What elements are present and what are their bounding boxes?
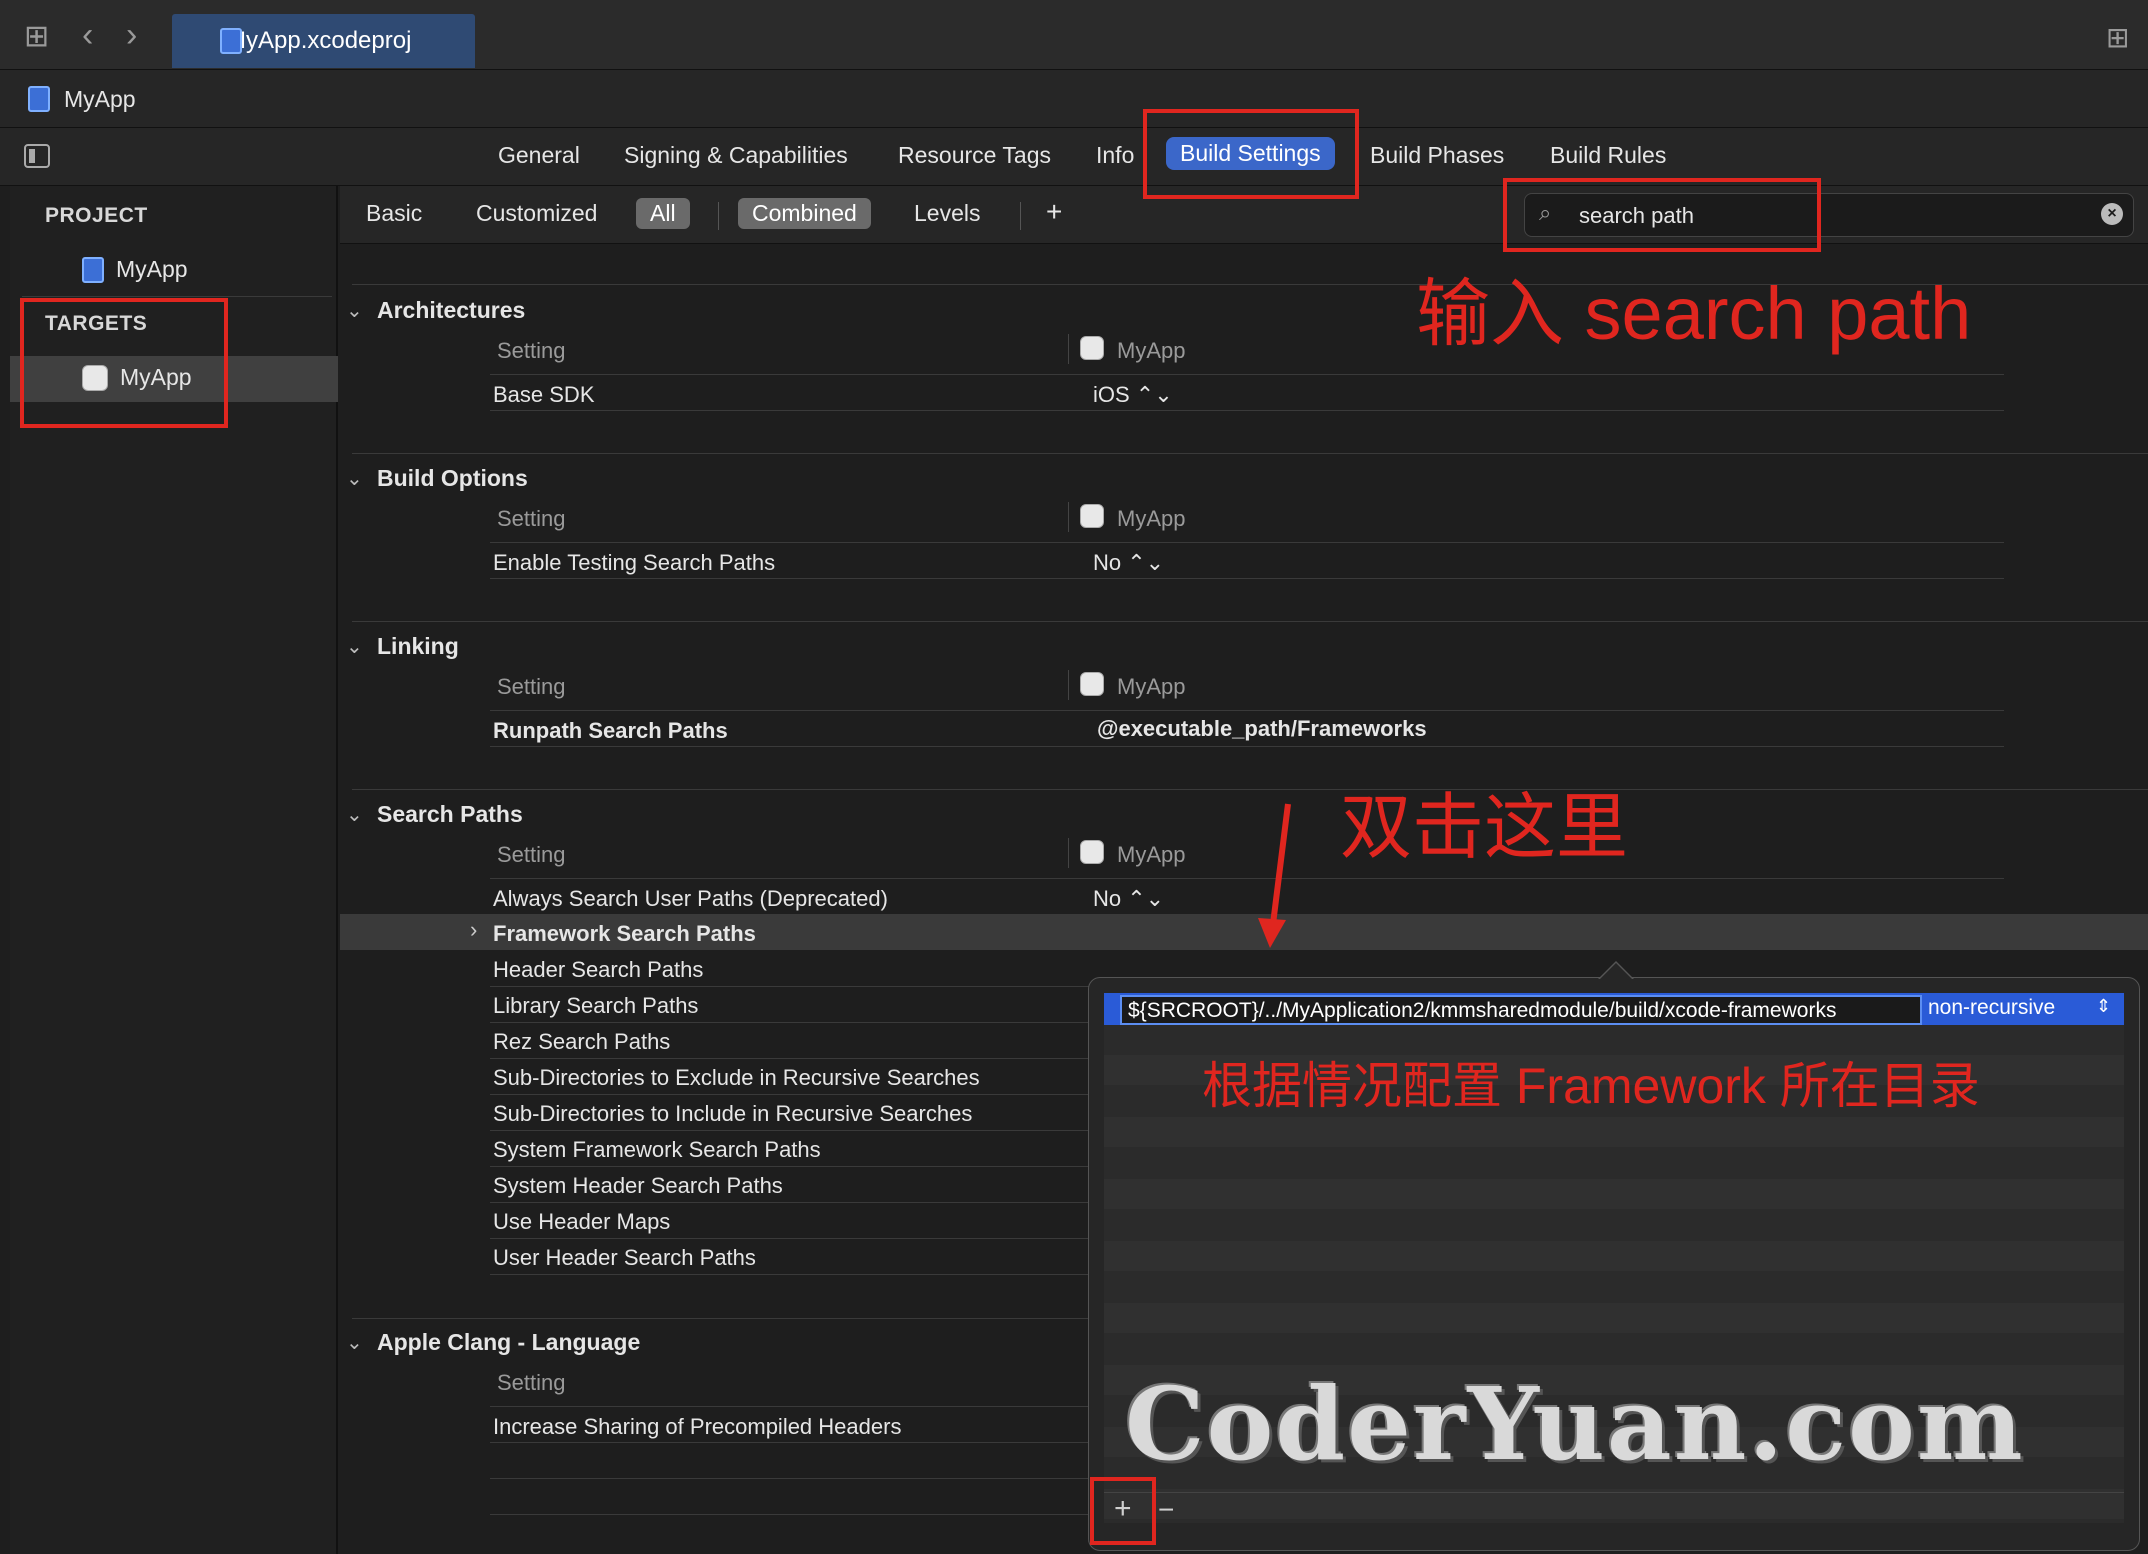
section-architectures[interactable]: Architectures (377, 297, 525, 324)
chevron-down-icon[interactable]: ⌄ (346, 298, 363, 323)
setting-always-search-user-paths[interactable]: Always Search User Paths (Deprecated) (493, 886, 888, 912)
annotation-configure-hint: 根据情况配置 Framework 所在目录 (1202, 1058, 1980, 1114)
chevron-down-icon[interactable]: ⌄ (346, 1330, 363, 1355)
setting-increase-sharing-precompiled-headers[interactable]: Increase Sharing of Precompiled Headers (493, 1414, 901, 1440)
forward-icon[interactable]: › (126, 18, 137, 52)
tab-build-phases[interactable]: Build Phases (1370, 142, 1504, 169)
setting-framework-search-paths[interactable]: Framework Search Paths (493, 921, 756, 947)
setting-column-header: Setting (497, 506, 566, 531)
section-linking[interactable]: Linking (377, 633, 459, 660)
project-item[interactable]: MyApp (82, 256, 188, 283)
recursive-mode-select[interactable]: non-recursive (1928, 996, 2055, 1020)
target-column-header: MyApp (1117, 506, 1186, 531)
tab-general[interactable]: General (498, 142, 580, 169)
annotation-box-targets (20, 298, 228, 428)
setting-enable-testing-search-paths[interactable]: Enable Testing Search Paths (493, 550, 775, 576)
add-editor-icon[interactable]: ⊞ (2106, 24, 2129, 52)
setting-rez-search-paths[interactable]: Rez Search Paths (493, 1029, 670, 1055)
annotation-box-add (1090, 1477, 1156, 1545)
chevron-updown-icon[interactable]: ⇕ (2096, 996, 2111, 1017)
filter-levels[interactable]: Levels (914, 200, 980, 227)
setting-use-header-maps[interactable]: Use Header Maps (493, 1209, 670, 1235)
setting-column-header: Setting (497, 1370, 566, 1395)
setting-subdirs-exclude[interactable]: Sub-Directories to Exclude in Recursive … (493, 1065, 980, 1091)
setting-subdirs-include[interactable]: Sub-Directories to Include in Recursive … (493, 1101, 972, 1127)
path-value-input[interactable]: ${SRCROOT}/../MyApplication2/kmmsharedmo… (1120, 995, 1922, 1025)
file-tab[interactable]: MyApp.xcodeproj (172, 14, 475, 68)
filter-all[interactable]: All (636, 198, 690, 229)
setting-header-search-paths[interactable]: Header Search Paths (493, 957, 703, 983)
app-icon (1080, 672, 1104, 696)
annotation-box-search (1503, 178, 1821, 252)
watermark-logo: CoderYuan.com (1125, 1365, 2025, 1483)
setting-system-framework-search-paths[interactable]: System Framework Search Paths (493, 1137, 821, 1163)
tab-signing[interactable]: Signing & Capabilities (624, 142, 848, 169)
add-setting-button[interactable]: + (1046, 196, 1062, 228)
project-item-label: MyApp (116, 256, 188, 282)
value-base-sdk[interactable]: iOS ⌃⌄ (1093, 382, 1173, 408)
setting-column-header: Setting (497, 338, 566, 363)
app-icon (1080, 840, 1104, 864)
clear-search-icon[interactable]: × (2101, 203, 2123, 225)
setting-column-header: Setting (497, 842, 566, 867)
chevron-down-icon[interactable]: ⌄ (346, 466, 363, 491)
setting-base-sdk[interactable]: Base SDK (493, 382, 595, 408)
setting-runpath-search-paths[interactable]: Runpath Search Paths (493, 718, 728, 744)
filter-combined[interactable]: Combined (738, 198, 871, 229)
breadcrumb: MyApp (0, 70, 2148, 128)
app-icon (1080, 504, 1104, 528)
xcodeproj-icon (220, 28, 242, 54)
xcodeproj-icon (28, 86, 50, 112)
value-runpath-search-paths[interactable]: @executable_path/Frameworks (1097, 716, 1427, 742)
section-apple-clang-language[interactable]: Apple Clang - Language (377, 1329, 640, 1356)
annotation-double-click-hint: 双击这里 (1340, 788, 1629, 868)
tab-resource-tags[interactable]: Resource Tags (898, 142, 1051, 169)
xcodeproj-icon (82, 256, 104, 283)
filter-customized[interactable]: Customized (476, 200, 597, 227)
chevron-down-icon[interactable]: ⌄ (346, 634, 363, 659)
target-column-header: MyApp (1117, 842, 1186, 867)
grid-icon[interactable]: ⊞ (24, 22, 49, 52)
target-column-header: MyApp (1117, 674, 1186, 699)
setting-column-header: Setting (497, 674, 566, 699)
filter-basic[interactable]: Basic (366, 200, 422, 227)
annotation-search-hint: 输入 search path (1416, 272, 1972, 355)
toolbar: ⊞ ‹ › MyApp.xcodeproj ⊞ (0, 0, 2148, 70)
setting-library-search-paths[interactable]: Library Search Paths (493, 993, 698, 1019)
breadcrumb-project[interactable]: MyApp (64, 86, 136, 113)
setting-user-header-search-paths[interactable]: User Header Search Paths (493, 1245, 756, 1271)
section-build-options[interactable]: Build Options (377, 465, 528, 492)
chevron-down-icon[interactable]: ⌄ (346, 802, 363, 827)
target-column-header: MyApp (1117, 338, 1186, 363)
tab-info[interactable]: Info (1096, 142, 1134, 169)
back-icon[interactable]: ‹ (82, 18, 93, 52)
project-header: PROJECT (45, 204, 148, 227)
editor-tabs: General Signing & Capabilities Resource … (0, 128, 2148, 186)
section-search-paths[interactable]: Search Paths (377, 801, 523, 828)
chevron-right-icon[interactable]: › (470, 917, 477, 943)
app-icon (1080, 336, 1104, 360)
value-always-search-user-paths[interactable]: No ⌃⌄ (1093, 886, 1164, 912)
annotation-arrow (1258, 803, 1291, 948)
setting-system-header-search-paths[interactable]: System Header Search Paths (493, 1173, 783, 1199)
annotation-box-build-settings (1143, 109, 1359, 199)
sidebar-toggle-icon[interactable] (24, 144, 50, 168)
remove-path-button[interactable]: − (1158, 1494, 1174, 1526)
tab-build-rules[interactable]: Build Rules (1550, 142, 1666, 169)
file-tab-label: MyApp.xcodeproj (226, 27, 412, 54)
value-enable-testing-search-paths[interactable]: No ⌃⌄ (1093, 550, 1164, 576)
